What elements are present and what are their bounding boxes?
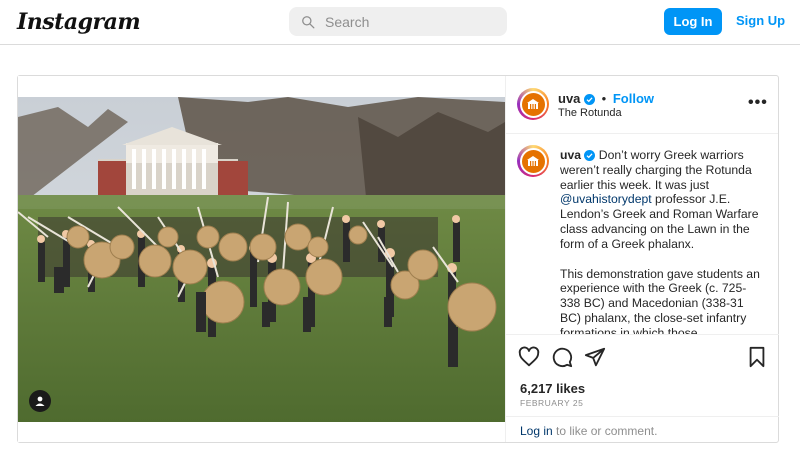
- more-options-button[interactable]: •••: [748, 94, 768, 112]
- avatar[interactable]: [517, 88, 549, 120]
- caption-area: uva Don’t worry Greek warriors weren’t r…: [506, 134, 779, 335]
- post-media[interactable]: [18, 76, 505, 442]
- login-prompt-text: to like or comment.: [552, 424, 658, 438]
- post-header: uva • Follow The Rotunda •••: [506, 76, 778, 134]
- verified-badge-icon: [584, 94, 596, 105]
- post-sidebar: uva • Follow The Rotunda ••• uva Don’t w…: [505, 76, 779, 442]
- like-count[interactable]: 6,217 likes: [520, 381, 585, 396]
- uva-logo-icon: [519, 147, 547, 175]
- user-tag-icon: [35, 396, 45, 406]
- location-link[interactable]: The Rotunda: [558, 107, 622, 119]
- caption-paragraph-2: This demonstration gave students an expe…: [560, 266, 760, 335]
- user-tag-button[interactable]: [29, 390, 51, 412]
- paper-plane-icon[interactable]: [584, 346, 606, 368]
- uva-logo-icon: [519, 90, 547, 118]
- post-header-line: uva • Follow: [558, 91, 654, 106]
- search-box[interactable]: [289, 7, 507, 36]
- top-navigation: Instagram Log In Sign Up: [0, 0, 800, 45]
- separator-dot: •: [601, 91, 607, 106]
- mention-link[interactable]: @uvahistorydept: [560, 192, 652, 206]
- login-link[interactable]: Log in: [520, 424, 553, 438]
- heart-icon[interactable]: [518, 346, 540, 368]
- bookmark-icon[interactable]: [747, 346, 767, 368]
- search-icon: [302, 15, 315, 28]
- caption-paragraph-1: uva Don’t worry Greek warriors weren’t r…: [560, 148, 762, 252]
- signup-link[interactable]: Sign Up: [736, 13, 785, 28]
- instagram-logo[interactable]: Instagram: [17, 9, 141, 35]
- search-input[interactable]: [325, 13, 485, 30]
- caption-text: uva Don’t worry Greek warriors weren’t r…: [560, 148, 762, 335]
- comment-icon[interactable]: [551, 346, 573, 368]
- caption-username[interactable]: uva: [560, 148, 581, 162]
- post-photo: [18, 97, 505, 422]
- follow-button[interactable]: Follow: [613, 91, 654, 106]
- login-prompt: Log in to like or comment.: [506, 416, 779, 442]
- author-username[interactable]: uva: [558, 91, 580, 106]
- verified-badge-icon: [584, 150, 596, 161]
- login-button[interactable]: Log In: [664, 8, 722, 35]
- caption-avatar[interactable]: [517, 145, 549, 177]
- action-bar: [506, 346, 779, 372]
- post-date[interactable]: FEBRUARY 25: [520, 398, 583, 408]
- post-card: uva • Follow The Rotunda ••• uva Don’t w…: [17, 75, 779, 443]
